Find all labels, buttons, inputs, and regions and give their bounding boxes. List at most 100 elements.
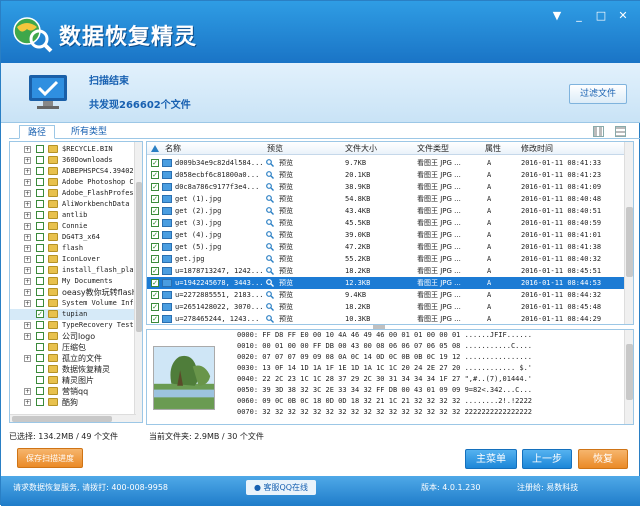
file-row[interactable]: ✓ d009b34e9c82d4l584... 预览 9.7KB 看图王 JPG ...…	[147, 157, 625, 169]
tree-item[interactable]: + My Documents	[10, 276, 138, 287]
tree-item[interactable]: + TypeRecovery Test	[10, 320, 138, 331]
tree-item[interactable]: + 孤立的文件	[10, 353, 138, 364]
tree-item[interactable]: + IconLover	[10, 254, 138, 265]
row-checkbox[interactable]: ✓	[151, 219, 159, 227]
preview-link[interactable]: 预览	[279, 217, 293, 229]
tree-item[interactable]: 压缩包	[10, 342, 138, 353]
tree-checkbox[interactable]	[36, 277, 44, 285]
row-checkbox[interactable]: ✓	[151, 231, 159, 239]
tab-path[interactable]: 路径	[19, 125, 55, 139]
tree-checkbox[interactable]	[36, 398, 44, 406]
tree-checkbox[interactable]	[36, 222, 44, 230]
expand-icon[interactable]: +	[24, 168, 31, 175]
file-row[interactable]: ✓ get (4).jpg 预览 39.0KB 看图王 JPG ... A 2016-01-…	[147, 229, 625, 241]
row-checkbox[interactable]: ✓	[151, 207, 159, 215]
col-size[interactable]: 文件大小	[345, 142, 377, 155]
magnifier-icon[interactable]	[266, 315, 274, 323]
maximize-icon[interactable]: □	[593, 9, 609, 23]
magnifier-icon[interactable]	[266, 183, 274, 191]
file-row[interactable]: ✓ u=1942245678, 3443... 预览 12.3KB 看图王 JPG ..…	[147, 277, 625, 289]
tree-checkbox[interactable]	[36, 387, 44, 395]
tree-item[interactable]: + System Volume Info	[10, 298, 138, 309]
preview-link[interactable]: 预览	[279, 181, 293, 193]
row-checkbox[interactable]: ✓	[151, 243, 159, 251]
tree-checkbox[interactable]	[36, 167, 44, 175]
tree-checkbox[interactable]	[36, 343, 44, 351]
list-view-icon[interactable]	[615, 126, 626, 137]
tree-item[interactable]: + 营销qq	[10, 386, 138, 397]
preview-link[interactable]: 预览	[279, 265, 293, 277]
filter-files-button[interactable]: 过滤文件	[569, 84, 627, 104]
row-checkbox[interactable]: ✓	[151, 159, 159, 167]
file-row[interactable]: ✓ u=1878713247, 1242... 预览 18.2KB 看图王 JPG ..…	[147, 265, 625, 277]
previous-step-button[interactable]: 上一步	[522, 449, 572, 469]
row-checkbox[interactable]: ✓	[151, 315, 159, 323]
magnifier-icon[interactable]	[266, 267, 274, 275]
preview-link[interactable]: 预览	[279, 205, 293, 217]
qq-support-button[interactable]: ● 客服QQ在线	[246, 480, 316, 495]
tree-item[interactable]: + 酷狗	[10, 397, 138, 408]
tree-item[interactable]: + $RECYCLE.BIN	[10, 144, 138, 155]
preview-link[interactable]: 预览	[279, 169, 293, 181]
row-checkbox[interactable]: ✓	[151, 291, 159, 299]
magnifier-icon[interactable]	[266, 195, 274, 203]
magnifier-icon[interactable]	[266, 219, 274, 227]
file-row[interactable]: ✓ get (2).jpg 预览 43.4KB 看图王 JPG ... A 2016-01-…	[147, 205, 625, 217]
menu-icon[interactable]: ▼	[549, 9, 565, 23]
file-row[interactable]: ✓ get (1).jpg 预览 54.8KB 看图王 JPG ... A 2016-01-…	[147, 193, 625, 205]
tree-checkbox[interactable]	[36, 354, 44, 362]
tree-checkbox[interactable]	[36, 376, 44, 384]
preview-link[interactable]: 预览	[279, 277, 293, 289]
tree-item[interactable]: + Adobe Photoshop C	[10, 177, 138, 188]
expand-icon[interactable]: +	[24, 245, 31, 252]
tree-checkbox[interactable]	[36, 321, 44, 329]
expand-icon[interactable]: +	[24, 179, 31, 186]
magnifier-icon[interactable]	[266, 303, 274, 311]
tree-vertical-scrollbar[interactable]	[134, 142, 142, 422]
expand-icon[interactable]: +	[24, 190, 31, 197]
expand-icon[interactable]: +	[24, 234, 31, 241]
tree-item[interactable]: +360Downloads	[10, 155, 138, 166]
tree-item[interactable]: + ADBEPHSPCS4.39402	[10, 166, 138, 177]
tree-checkbox[interactable]	[36, 189, 44, 197]
recover-button[interactable]: 恢复	[578, 449, 628, 469]
tree-checkbox[interactable]	[36, 233, 44, 241]
expand-icon[interactable]: +	[24, 388, 31, 395]
magnifier-icon[interactable]	[266, 291, 274, 299]
magnifier-icon[interactable]	[266, 159, 274, 167]
expand-icon[interactable]: +	[24, 267, 31, 274]
preview-link[interactable]: 预览	[279, 301, 293, 313]
tree-item[interactable]: + Adobe_FlashProfes	[10, 188, 138, 199]
file-row[interactable]: ✓ u=278465244, 1243... 预览 10.3KB 看图王 JPG ...…	[147, 313, 625, 324]
tree-checkbox[interactable]	[36, 200, 44, 208]
tree-item[interactable]: + DG4T3_x64	[10, 232, 138, 243]
tree-item[interactable]: + oeasy教你玩转flash	[10, 287, 138, 298]
row-checkbox[interactable]: ✓	[151, 195, 159, 203]
expand-icon[interactable]: +	[24, 212, 31, 219]
preview-link[interactable]: 预览	[279, 241, 293, 253]
tree-checkbox[interactable]	[36, 178, 44, 186]
row-checkbox[interactable]: ✓	[151, 183, 159, 191]
tree-checkbox[interactable]	[36, 211, 44, 219]
expand-icon[interactable]: +	[24, 201, 31, 208]
file-row[interactable]: ✓ get.jpg 预览 55.2KB 看图王 JPG ... A 2016-01-11 0…	[147, 253, 625, 265]
file-row[interactable]: ✓ d0c8a786c9177f3e4... 预览 38.9KB 看图王 JPG ...…	[147, 181, 625, 193]
close-icon[interactable]: ✕	[615, 9, 631, 23]
thumbnail-view-icon[interactable]	[593, 126, 604, 137]
row-checkbox[interactable]: ✓	[151, 303, 159, 311]
tree-checkbox[interactable]	[36, 299, 44, 307]
tree-item[interactable]: ✓ tupian	[10, 309, 138, 320]
magnifier-icon[interactable]	[266, 231, 274, 239]
expand-icon[interactable]: +	[24, 333, 31, 340]
expand-icon[interactable]: +	[24, 355, 31, 362]
col-modified[interactable]: 修改时间	[521, 142, 553, 155]
magnifier-icon[interactable]	[266, 207, 274, 215]
expand-icon[interactable]: +	[24, 223, 31, 230]
preview-link[interactable]: 预览	[279, 157, 293, 169]
tree-item[interactable]: + flash	[10, 243, 138, 254]
expand-icon[interactable]: +	[24, 146, 31, 153]
tree-checkbox[interactable]	[36, 365, 44, 373]
magnifier-icon[interactable]	[266, 171, 274, 179]
preview-link[interactable]: 预览	[279, 229, 293, 241]
hex-scrollbar[interactable]	[624, 330, 633, 424]
